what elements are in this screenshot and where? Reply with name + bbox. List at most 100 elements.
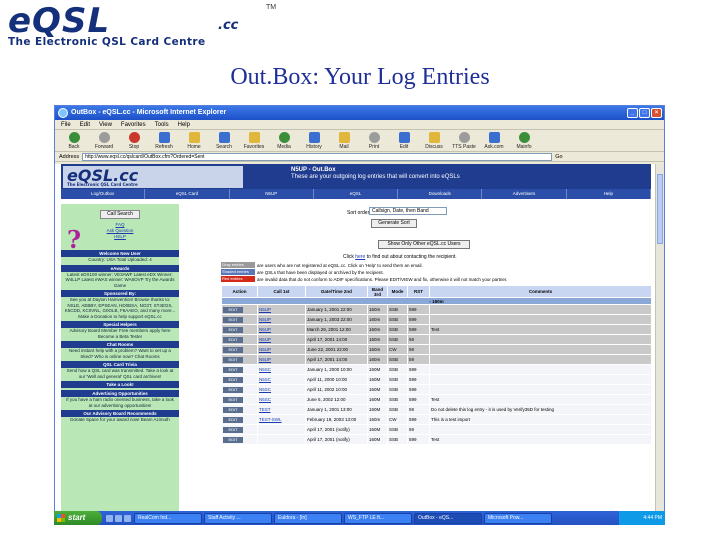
call-link[interactable]: N5UP (259, 337, 271, 342)
menu-view[interactable]: View (99, 120, 112, 129)
ask-button[interactable]: Ask.com (479, 131, 509, 150)
sidebar-text-special[interactable]: Advisory Board Member Free members apply… (61, 328, 179, 339)
taskbar-item[interactable]: Microsoft Pow... (484, 512, 552, 524)
edit-button[interactable]: EDIT (223, 316, 243, 323)
tts-paste-button[interactable]: TTS Paste (449, 131, 479, 150)
col-band[interactable]: Band 3rd (367, 285, 388, 298)
mode-cell: SSB (387, 304, 408, 315)
quick-launch-icon[interactable] (124, 514, 131, 522)
maximize-icon[interactable]: □ (639, 108, 650, 118)
edit-button[interactable]: EDIT (223, 406, 243, 413)
edit-toolbar-button[interactable]: Edit (389, 131, 419, 150)
print-button[interactable]: Print (359, 131, 389, 150)
call-link[interactable]: N5UP (259, 327, 271, 332)
forward-button[interactable]: Forward (89, 131, 119, 150)
col-comments[interactable]: Comments (429, 285, 652, 298)
edit-button[interactable]: EDIT (223, 346, 243, 353)
go-button[interactable]: Go (555, 154, 562, 160)
edit-button[interactable]: EDIT (223, 416, 243, 423)
col-date-time[interactable]: Date/Time 2nd (305, 285, 368, 298)
favorites-button[interactable]: Favorites (239, 131, 269, 150)
start-button[interactable]: start (54, 511, 102, 525)
show-only-eqsl-users-button[interactable]: Show Only Other eQSL.cc Users (378, 240, 470, 249)
mode-cell: SSB (387, 404, 408, 415)
menu-help[interactable]: Help (178, 120, 190, 129)
stop-button[interactable]: Stop (119, 131, 149, 150)
sidebar-text-chat[interactable]: Need instant help with a problem? Want t… (61, 348, 179, 359)
date-cell: January 1, 2003 22:00 (305, 314, 368, 325)
nav-eqsl[interactable]: eQSL (314, 189, 399, 199)
edit-button[interactable]: EDIT (223, 336, 243, 343)
generate-sort-button[interactable]: Generate Sort (371, 219, 417, 228)
window-title: OutBox - eQSL.cc - Microsoft Internet Ex… (71, 109, 227, 116)
call-link[interactable]: N5SC (259, 397, 271, 402)
call-link[interactable]: N5UP (259, 307, 271, 312)
call-link[interactable]: N5UP (259, 347, 271, 352)
col-mode[interactable]: Mode (387, 285, 408, 298)
quick-launch-icon[interactable] (106, 514, 113, 522)
call-link[interactable]: N5UP (259, 317, 271, 322)
menu-favorites[interactable]: Favorites (121, 120, 146, 129)
nav-n5up[interactable]: N5UP (230, 189, 314, 199)
nav-advertisers[interactable]: Advertisers (482, 189, 567, 199)
tts-icon (458, 131, 470, 143)
back-button[interactable]: Back (59, 131, 89, 150)
home-button[interactable]: Home (179, 131, 209, 150)
call-link[interactable]: N5UP (259, 357, 271, 362)
nav-downloads[interactable]: Downloads (398, 189, 483, 199)
edit-button[interactable]: EDIT (223, 396, 243, 403)
taskbar-item[interactable]: RealCom Ind... (134, 512, 202, 524)
edit-button[interactable]: EDIT (223, 386, 243, 393)
call-link[interactable]: TEST (259, 407, 271, 412)
call-link[interactable]: N5SC (259, 387, 271, 392)
refresh-button[interactable]: Refresh (149, 131, 179, 150)
nav-help[interactable]: Help (567, 189, 651, 199)
call-cell (257, 434, 306, 445)
call-link[interactable]: TEST-SWL (259, 417, 282, 422)
nav-log-outbox[interactable]: Log/Outbox (61, 189, 146, 199)
call-link[interactable]: N5SC (259, 377, 271, 382)
comment-cell: This is a test import (429, 414, 652, 425)
sidebar-text-advisory[interactable]: Donate Space for your award now! Beam Az… (61, 417, 179, 423)
col-action[interactable]: Action (221, 285, 258, 298)
taskbar-item[interactable]: Staff Activity ... (204, 512, 272, 524)
col-call[interactable]: Call 1st (257, 285, 306, 298)
search-button[interactable]: Search (209, 131, 239, 150)
scroll-thumb[interactable] (657, 174, 663, 244)
col-rst[interactable]: RST (407, 285, 430, 298)
call-link[interactable]: N5SC (259, 367, 271, 372)
media-button[interactable]: Media (269, 131, 299, 150)
edit-button[interactable]: EDIT (223, 436, 243, 443)
edit-button[interactable]: EDIT (223, 306, 243, 313)
vertical-scrollbar[interactable] (655, 164, 664, 515)
edit-button[interactable]: EDIT (223, 366, 243, 373)
edit-button[interactable]: EDIT (223, 376, 243, 383)
minimize-icon[interactable]: _ (627, 108, 638, 118)
address-input[interactable]: http://www.eqsl.cc/qslcard/OutBox.cfm?Or… (82, 152, 553, 161)
edit-button[interactable]: EDIT (223, 426, 243, 433)
history-button[interactable]: History (299, 131, 329, 150)
quick-launch-icon[interactable] (115, 514, 122, 522)
taskbar-item[interactable]: OutBox - eQS... (414, 512, 482, 524)
nav-eqsl-card[interactable]: eQSL Card (145, 189, 230, 199)
mail-button[interactable]: Mail (329, 131, 359, 150)
edit-button[interactable]: EDIT (223, 326, 243, 333)
discuss-button[interactable]: Discuss (419, 131, 449, 150)
close-icon[interactable]: × (651, 108, 662, 118)
action-cell: EDIT (221, 394, 258, 405)
sidebar-text-advertising[interactable]: If you have a ham radio oriented busines… (61, 397, 179, 408)
mainfo-button[interactable]: Mainfo (509, 131, 539, 150)
taskbar-item[interactable]: WS_FTP LE ft... (344, 512, 412, 524)
comment-cell: Test (429, 324, 652, 335)
date-cell: April 17, 2001 (notify) (305, 434, 368, 445)
call-search-button[interactable]: Call Search (100, 210, 140, 219)
menu-edit[interactable]: Edit (80, 120, 90, 129)
here-link[interactable]: here (355, 254, 365, 260)
taskbar-item[interactable]: Euldora - [In] (274, 512, 342, 524)
sort-order-select[interactable]: Callsign, Date, then Band (369, 207, 447, 215)
menu-file[interactable]: File (61, 120, 71, 129)
menu-tools[interactable]: Tools (155, 120, 169, 129)
sidebar-text-trivia[interactable]: Send how a QSL card was transmitted. Tak… (61, 368, 179, 379)
date-cell: April 17, 2001 14:00 (305, 334, 368, 345)
edit-button[interactable]: EDIT (223, 356, 243, 363)
